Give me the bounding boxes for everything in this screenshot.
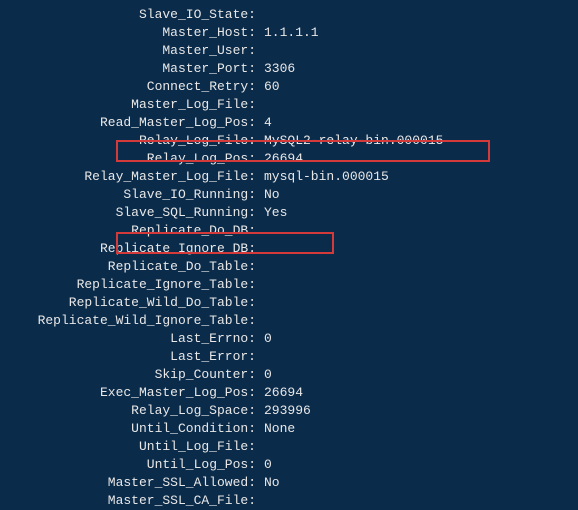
status-label: Last_Error: bbox=[0, 348, 260, 366]
status-row: Relay_Log_Pos:26694 bbox=[0, 150, 578, 168]
status-value bbox=[260, 348, 264, 366]
status-row: Master_User: bbox=[0, 42, 578, 60]
status-label: Connect_Retry: bbox=[0, 78, 260, 96]
status-label: Slave_IO_Running: bbox=[0, 186, 260, 204]
status-row: Until_Condition:None bbox=[0, 420, 578, 438]
status-value: No bbox=[260, 186, 280, 204]
status-label: Slave_SQL_Running: bbox=[0, 204, 260, 222]
status-row: Master_SSL_CA_File: bbox=[0, 492, 578, 510]
status-value bbox=[260, 492, 264, 510]
status-label: Master_Port: bbox=[0, 60, 260, 78]
status-value bbox=[260, 438, 264, 456]
status-row: Until_Log_Pos:0 bbox=[0, 456, 578, 474]
status-label: Master_Log_File: bbox=[0, 96, 260, 114]
status-row: Exec_Master_Log_Pos:26694 bbox=[0, 384, 578, 402]
status-label: Slave_IO_State: bbox=[0, 6, 260, 24]
status-row: Connect_Retry:60 bbox=[0, 78, 578, 96]
status-label: Relay_Master_Log_File: bbox=[0, 168, 260, 186]
status-row: Replicate_Do_DB: bbox=[0, 222, 578, 240]
status-label: Master_User: bbox=[0, 42, 260, 60]
status-value: 0 bbox=[260, 366, 272, 384]
status-label: Replicate_Wild_Do_Table: bbox=[0, 294, 260, 312]
status-label: Master_SSL_CA_File: bbox=[0, 492, 260, 510]
status-value: MySQL2-relay-bin.000015 bbox=[260, 132, 443, 150]
status-value: 0 bbox=[260, 330, 272, 348]
status-row: Last_Error: bbox=[0, 348, 578, 366]
status-label: Replicate_Wild_Ignore_Table: bbox=[0, 312, 260, 330]
status-value: 3306 bbox=[260, 60, 295, 78]
status-row: Skip_Counter:0 bbox=[0, 366, 578, 384]
status-label: Replicate_Do_Table: bbox=[0, 258, 260, 276]
status-row: Replicate_Do_Table: bbox=[0, 258, 578, 276]
status-value: 293996 bbox=[260, 402, 311, 420]
status-label: Replicate_Ignore_Table: bbox=[0, 276, 260, 294]
status-label: Until_Log_Pos: bbox=[0, 456, 260, 474]
status-row: Master_Log_File: bbox=[0, 96, 578, 114]
status-row: Last_Errno:0 bbox=[0, 330, 578, 348]
status-row: Slave_IO_Running:No bbox=[0, 186, 578, 204]
status-label: Replicate_Do_DB: bbox=[0, 222, 260, 240]
status-label: Exec_Master_Log_Pos: bbox=[0, 384, 260, 402]
status-row: Master_Port:3306 bbox=[0, 60, 578, 78]
status-value bbox=[260, 6, 264, 24]
status-label: Read_Master_Log_Pos: bbox=[0, 114, 260, 132]
status-label: Skip_Counter: bbox=[0, 366, 260, 384]
status-row: Replicate_Ignore_DB: bbox=[0, 240, 578, 258]
status-value: 1.1.1.1 bbox=[260, 24, 319, 42]
status-row: Relay_Master_Log_File:mysql-bin.000015 bbox=[0, 168, 578, 186]
status-label: Last_Errno: bbox=[0, 330, 260, 348]
status-label: Relay_Log_Space: bbox=[0, 402, 260, 420]
status-label: Relay_Log_Pos: bbox=[0, 150, 260, 168]
status-value bbox=[260, 42, 264, 60]
status-label: Master_SSL_Allowed: bbox=[0, 474, 260, 492]
status-value: Yes bbox=[260, 204, 287, 222]
status-value: 60 bbox=[260, 78, 280, 96]
status-value: 26694 bbox=[260, 150, 303, 168]
status-row: Slave_SQL_Running:Yes bbox=[0, 204, 578, 222]
status-value bbox=[260, 312, 264, 330]
status-row: Until_Log_File: bbox=[0, 438, 578, 456]
status-label: Until_Log_File: bbox=[0, 438, 260, 456]
status-row: Relay_Log_Space:293996 bbox=[0, 402, 578, 420]
status-value: 4 bbox=[260, 114, 272, 132]
status-value bbox=[260, 96, 264, 114]
status-row: Relay_Log_File:MySQL2-relay-bin.000015 bbox=[0, 132, 578, 150]
mysql-status-output: Slave_IO_State:Master_Host:1.1.1.1Master… bbox=[0, 6, 578, 510]
status-value: 0 bbox=[260, 456, 272, 474]
status-label: Until_Condition: bbox=[0, 420, 260, 438]
status-value: No bbox=[260, 474, 280, 492]
status-value: mysql-bin.000015 bbox=[260, 168, 389, 186]
status-row: Replicate_Wild_Do_Table: bbox=[0, 294, 578, 312]
status-value: None bbox=[260, 420, 295, 438]
status-value bbox=[260, 222, 264, 240]
status-value bbox=[260, 294, 264, 312]
status-row: Read_Master_Log_Pos:4 bbox=[0, 114, 578, 132]
status-label: Relay_Log_File: bbox=[0, 132, 260, 150]
status-row: Slave_IO_State: bbox=[0, 6, 578, 24]
status-value bbox=[260, 240, 264, 258]
status-value bbox=[260, 276, 264, 294]
status-value bbox=[260, 258, 264, 276]
status-row: Replicate_Ignore_Table: bbox=[0, 276, 578, 294]
status-row: Replicate_Wild_Ignore_Table: bbox=[0, 312, 578, 330]
status-value: 26694 bbox=[260, 384, 303, 402]
status-row: Master_Host:1.1.1.1 bbox=[0, 24, 578, 42]
status-label: Replicate_Ignore_DB: bbox=[0, 240, 260, 258]
status-row: Master_SSL_Allowed:No bbox=[0, 474, 578, 492]
status-label: Master_Host: bbox=[0, 24, 260, 42]
